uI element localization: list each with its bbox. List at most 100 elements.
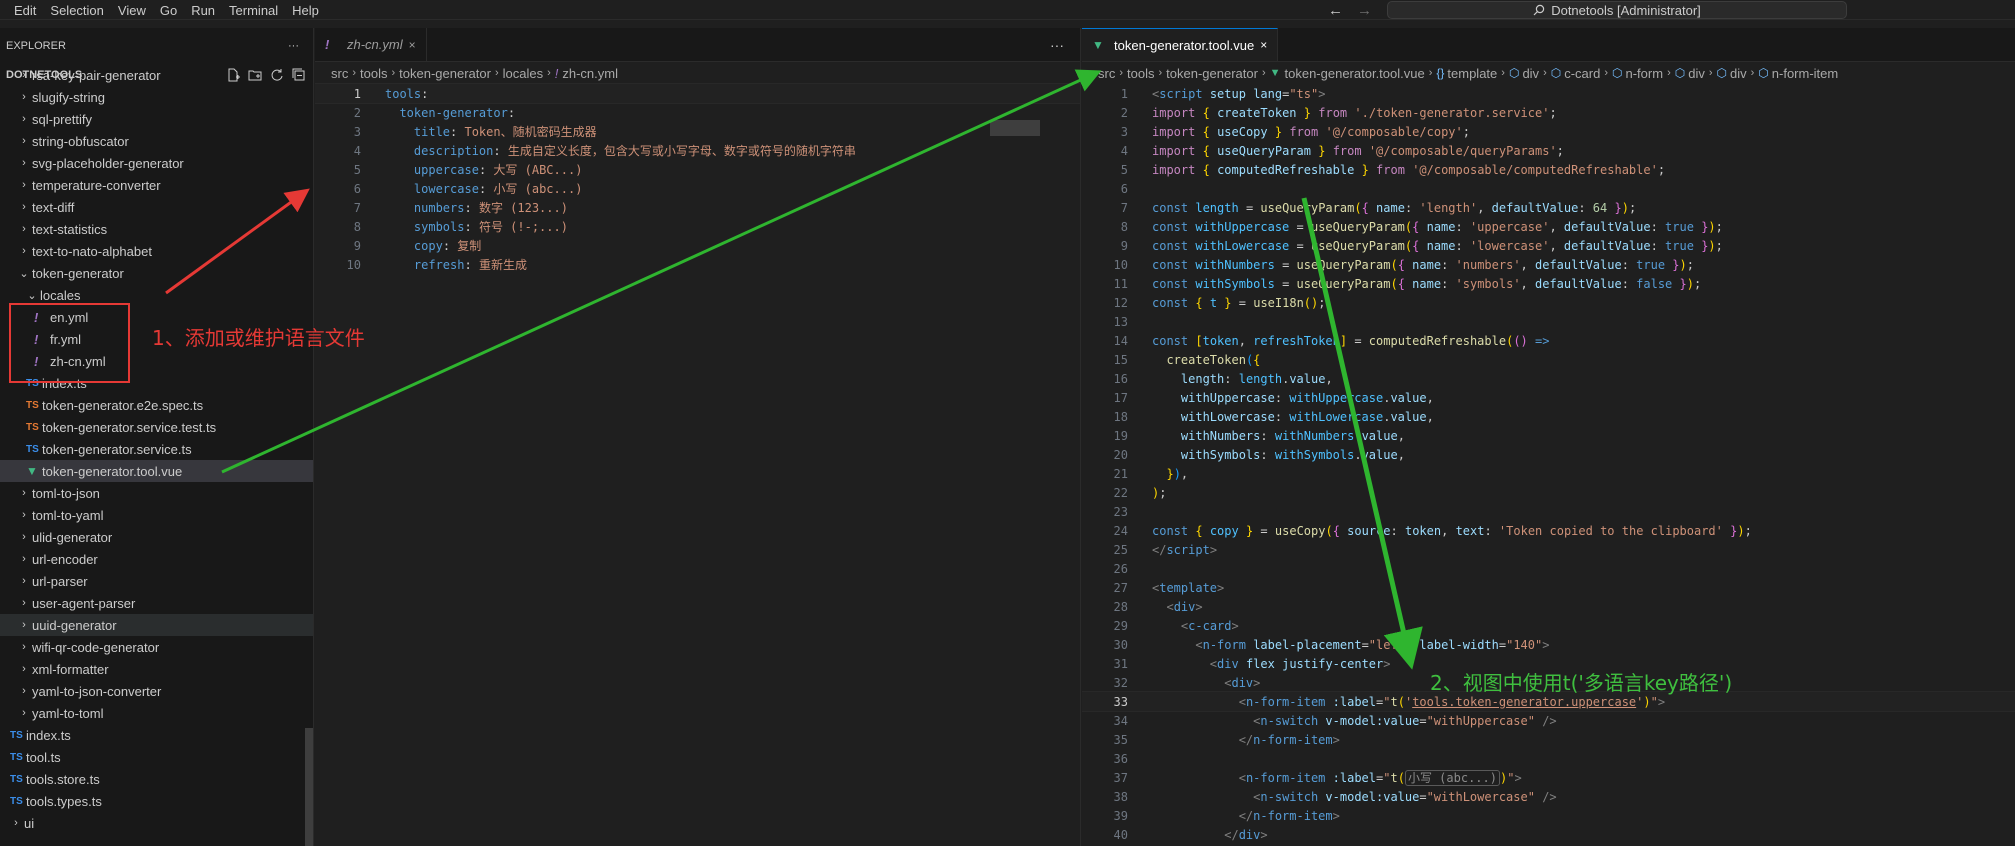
- tree-item[interactable]: › xml-formatter: [0, 658, 313, 680]
- line-number: 3: [353, 124, 361, 139]
- tree-item[interactable]: › uuid-generator: [0, 614, 313, 636]
- tree-item[interactable]: › svg-placeholder-generator: [0, 152, 313, 174]
- minimap[interactable]: [990, 120, 1040, 136]
- breadcrumb-item[interactable]: token-generator: [1166, 66, 1258, 81]
- breadcrumb-item[interactable]: token-generator: [399, 66, 491, 81]
- code-token: />: [1542, 713, 1557, 728]
- code-token: =: [1419, 789, 1427, 804]
- explorer-more-icon[interactable]: ···: [288, 40, 299, 52]
- menu-item-terminal[interactable]: Terminal: [229, 3, 278, 18]
- tab-token-generator-tool-vue[interactable]: ▼ token-generator.tool.vue ×: [1082, 28, 1279, 61]
- code-editor-yaml[interactable]: 1 tools: 2 token-generator: 3 title: Token、…: [315, 83, 1080, 274]
- code-token: withNumbers: [1180, 428, 1261, 443]
- code-text: import { computedRefreshable } from '@/c…: [1152, 163, 1665, 177]
- code-token: {: [1397, 276, 1405, 291]
- tree-item[interactable]: › slugify-string: [0, 86, 313, 108]
- tree-item[interactable]: TS token-generator.service.test.ts: [0, 416, 313, 438]
- menu-item-run[interactable]: Run: [191, 3, 215, 18]
- breadcrumb-item[interactable]: div: [1522, 66, 1539, 81]
- breadcrumb-item[interactable]: locales: [503, 66, 543, 81]
- tree-item[interactable]: › user-agent-parser: [0, 592, 313, 614]
- code-token: :: [1441, 257, 1456, 272]
- code-token: >: [1209, 542, 1218, 557]
- tree-item[interactable]: › yaml-to-toml: [0, 702, 313, 724]
- tree-item[interactable]: › wifi-qr-code-generator: [0, 636, 313, 658]
- tree-item[interactable]: TS token-generator.e2e.spec.ts: [0, 394, 313, 416]
- tree-item-label: token-generator: [32, 265, 124, 281]
- breadcrumb-item[interactable]: tools: [360, 66, 387, 81]
- tree-item[interactable]: › yaml-to-json-converter: [0, 680, 313, 702]
- code-token: =: [1274, 276, 1297, 291]
- close-icon[interactable]: ×: [1260, 38, 1267, 52]
- breadcrumb-item[interactable]: tools: [1127, 66, 1154, 81]
- tree-item[interactable]: › toml-to-yaml: [0, 504, 313, 526]
- code-text: const { copy } = useCopy({ source: token…: [1152, 524, 1752, 538]
- breadcrumb-item[interactable]: n-form-item: [1772, 66, 1838, 81]
- chevron-right-icon: ›: [22, 113, 26, 125]
- tree-item[interactable]: › ulid-generator: [0, 526, 313, 548]
- sidebar-scrollbar[interactable]: [305, 728, 313, 846]
- line-number: 7: [353, 200, 361, 215]
- code-token: :: [1455, 238, 1470, 253]
- tree-item[interactable]: › toml-to-json: [0, 482, 313, 504]
- breadcrumb-item[interactable]: n-form: [1626, 66, 1664, 81]
- tree-item[interactable]: ⌄ token-generator: [0, 262, 313, 284]
- back-arrow-icon[interactable]: ←: [1328, 2, 1343, 19]
- breadcrumb-item[interactable]: src: [331, 66, 348, 81]
- code-token: token: [1202, 333, 1239, 348]
- tree-item[interactable]: › text-to-nato-alphabet: [0, 240, 313, 262]
- menu-item-edit[interactable]: Edit: [14, 3, 36, 18]
- tab-zh-cn-yml[interactable]: ! zh-cn.yml ×: [315, 28, 427, 61]
- code-line: 26: [1082, 559, 2015, 578]
- tree-item-label: locales: [40, 287, 81, 303]
- menu-item-help[interactable]: Help: [292, 3, 319, 18]
- tree-item[interactable]: TS tools.types.ts: [0, 790, 313, 812]
- chevron-right-icon: ›: [352, 67, 357, 79]
- menu-item-go[interactable]: Go: [160, 3, 177, 18]
- code-token: ;: [1657, 162, 1666, 177]
- close-icon[interactable]: ×: [409, 38, 416, 52]
- breadcrumb-item[interactable]: zh-cn.yml: [562, 66, 618, 81]
- code-token: >: [1195, 599, 1203, 614]
- breadcrumb-item[interactable]: src: [1098, 66, 1115, 81]
- breadcrumb-item[interactable]: div: [1688, 66, 1705, 81]
- chevron-right-icon: ›: [1604, 67, 1609, 79]
- code-token: </: [1238, 732, 1254, 747]
- tree-item[interactable]: › url-parser: [0, 570, 313, 592]
- tree-item[interactable]: › temperature-converter: [0, 174, 313, 196]
- tab-label: token-generator.tool.vue: [1114, 37, 1255, 53]
- tree-item[interactable]: › ui: [0, 812, 313, 834]
- chevron-right-icon: ›: [1667, 67, 1671, 79]
- menu-item-selection[interactable]: Selection: [50, 3, 103, 18]
- tree-item[interactable]: › text-diff: [0, 196, 313, 218]
- chevron-down-icon: ⌄: [27, 289, 37, 302]
- command-center-search[interactable]: Dotnetools [Administrator]: [1387, 1, 1847, 19]
- editor-more-icon[interactable]: ···: [1050, 28, 1064, 62]
- locales-highlight-box: [9, 303, 130, 383]
- breadcrumb-item[interactable]: token-generator.tool.vue: [1285, 66, 1425, 81]
- menu-item-view[interactable]: View: [118, 3, 146, 18]
- tree-item[interactable]: TS tool.ts: [0, 746, 313, 768]
- tree-item[interactable]: ▼ token-generator.tool.vue: [0, 460, 313, 482]
- tree-item[interactable]: › rsa-key-pair-generator: [0, 64, 313, 86]
- breadcrumb-item[interactable]: div: [1730, 66, 1747, 81]
- breadcrumb-item[interactable]: template: [1447, 66, 1497, 81]
- code-editor-vue[interactable]: 1 <script setup lang="ts"> 2 import { creat…: [1082, 84, 2015, 844]
- code-token: >: [1332, 808, 1340, 823]
- code-token: true: [1636, 257, 1666, 272]
- code-line: 40 </div>: [1082, 825, 2015, 844]
- tree-item[interactable]: TS tools.store.ts: [0, 768, 313, 790]
- code-token: true: [1665, 238, 1694, 253]
- tree-item[interactable]: › string-obfuscator: [0, 130, 313, 152]
- breadcrumb-item[interactable]: c-card: [1564, 66, 1600, 81]
- tree-item[interactable]: TS index.ts: [0, 724, 313, 746]
- tree-item[interactable]: TS token-generator.service.ts: [0, 438, 313, 460]
- tree-item[interactable]: › url-encoder: [0, 548, 313, 570]
- tree-item[interactable]: › sql-prettify: [0, 108, 313, 130]
- code-line: 8 const withUppercase = useQueryParam({ n…: [1082, 217, 2015, 236]
- forward-arrow-icon[interactable]: →: [1357, 2, 1372, 19]
- tree-item[interactable]: › text-statistics: [0, 218, 313, 240]
- code-token: (: [1390, 257, 1398, 272]
- code-line: 35 </n-form-item>: [1082, 730, 2015, 749]
